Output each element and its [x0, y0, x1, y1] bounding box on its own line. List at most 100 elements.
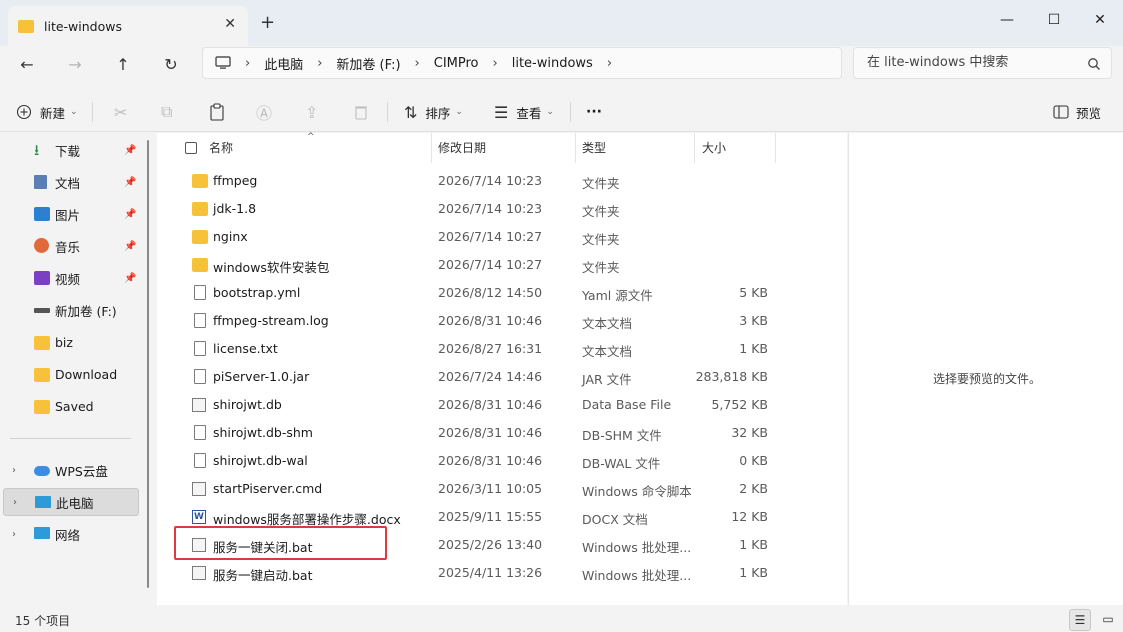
close-window-button[interactable]: ✕ [1077, 6, 1123, 34]
script-icon [192, 566, 206, 580]
minimize-button[interactable]: — [984, 6, 1030, 34]
breadcrumb-this-pc[interactable]: 此电脑 [264, 54, 303, 73]
sidebar-item-label: 下载 [55, 143, 81, 159]
chevron-right-icon[interactable]: › [12, 529, 16, 540]
file-row[interactable]: windows软件安装包 2026/7/14 10:27 文件夹 [157, 251, 847, 279]
scissors-icon: ✂ [114, 102, 128, 122]
tab-lite-windows[interactable]: lite-windows ✕ [8, 6, 248, 46]
column-header-date[interactable]: 修改日期 [438, 133, 486, 163]
file-type: 文件夹 [582, 260, 620, 275]
select-all-checkbox[interactable] [185, 142, 197, 154]
view-list-icon: ☰ [494, 102, 509, 122]
search-input[interactable]: 在 lite-windows 中搜索 [853, 47, 1112, 79]
navigation-bar: ← → ↑ ↻ › 此电脑 › 新加卷 (F:) › CIMPro › lite… [0, 46, 1123, 84]
file-date: 2026/8/12 14:50 [438, 285, 543, 300]
delete-button[interactable] [354, 100, 368, 124]
file-row[interactable]: bootstrap.yml 2026/8/12 14:50 Yaml 源文件 5 KB [157, 279, 847, 307]
file-row[interactable]: shirojwt.db-wal 2026/8/31 10:46 DB-WAL 文件 0… [157, 447, 847, 475]
file-type: 文本文档 [582, 344, 633, 359]
address-bar[interactable]: › 此电脑 › 新加卷 (F:) › CIMPro › lite-windows… [202, 47, 842, 79]
details-view-button[interactable]: ☰ [1069, 609, 1091, 631]
pin-icon: 📌 [124, 272, 137, 284]
back-button[interactable]: ← [12, 52, 42, 78]
sidebar-item-music[interactable]: 音乐 📌 [0, 232, 140, 260]
column-divider[interactable] [694, 133, 695, 163]
folder-icon [192, 202, 208, 216]
forward-button[interactable]: → [60, 52, 90, 78]
file-row[interactable]: 服务一键启动.bat 2025/4/11 13:26 Windows 批处理... 1… [157, 559, 847, 587]
sidebar-item-this-pc[interactable]: › 此电脑 [3, 488, 139, 516]
sidebar-item-pictures[interactable]: 图片 📌 [0, 200, 140, 228]
sidebar-item-wps-cloud[interactable]: › WPS云盘 [0, 456, 140, 484]
preview-pane-button[interactable]: 预览 [1053, 100, 1101, 124]
preview-label: 预览 [1076, 105, 1102, 121]
breadcrumb-chevron-icon[interactable]: › [607, 56, 612, 71]
file-row[interactable]: startPiserver.cmd 2026/3/11 10:05 Windows … [157, 475, 847, 503]
breadcrumb-separator: › [414, 55, 420, 71]
column-divider[interactable] [431, 133, 432, 163]
breadcrumb-separator: › [245, 55, 251, 71]
breadcrumb-drive-f[interactable]: 新加卷 (F:) [336, 54, 400, 73]
folder-icon [192, 258, 208, 272]
breadcrumb-lite-windows[interactable]: lite-windows [512, 56, 593, 71]
settings-file-icon [192, 398, 206, 412]
file-row[interactable]: ffmpeg-stream.log 2026/8/31 10:46 文本文档 3 KB [157, 307, 847, 335]
file-row[interactable]: license.txt 2026/8/27 16:31 文本文档 1 KB [157, 335, 847, 363]
tab-label: lite-windows [44, 18, 122, 34]
more-options-button[interactable]: ··· [586, 100, 602, 124]
sidebar-item-label: 新加卷 (F:) [55, 303, 117, 319]
sidebar-item-videos[interactable]: 视频 📌 [0, 264, 140, 292]
file-row[interactable]: shirojwt.db 2026/8/31 10:46 Data Base File… [157, 391, 847, 419]
command-bar: 新建 ⌄ ✂ ⧉ Ⓐ ⇪ ⇅ 排序 ⌄ ☰ 查看 ⌄ ··· 预览 [0, 92, 1123, 132]
file-row[interactable]: nginx 2026/7/14 10:27 文件夹 [157, 223, 847, 251]
column-divider[interactable] [775, 133, 776, 163]
view-button[interactable]: ☰ 查看 ⌄ [494, 100, 554, 124]
breadcrumb-cimpro[interactable]: CIMPro [434, 56, 479, 71]
tab-close-icon[interactable]: ✕ [224, 16, 236, 32]
chevron-right-icon[interactable]: › [13, 497, 17, 508]
sort-icon: ⇅ [404, 102, 418, 122]
file-size: 283,818 KB [695, 369, 768, 384]
cut-button[interactable]: ✂ [114, 100, 127, 124]
file-type: Data Base File [582, 397, 672, 412]
sidebar-item-saved[interactable]: Saved [0, 392, 140, 420]
clipboard-icon [210, 103, 224, 121]
column-header-name[interactable]: 名称 [209, 133, 233, 163]
breadcrumb-separator: › [492, 55, 498, 71]
add-icon [16, 104, 32, 120]
sidebar-item-biz[interactable]: biz [0, 328, 140, 356]
trash-icon [355, 106, 367, 120]
file-row[interactable]: jdk-1.8 2026/7/14 10:23 文件夹 [157, 195, 847, 223]
file-row[interactable]: ffmpeg 2026/7/14 10:23 文件夹 [157, 167, 847, 195]
maximize-button[interactable]: ☐ [1031, 6, 1077, 34]
new-button[interactable]: 新建 ⌄ [16, 100, 78, 124]
sidebar-scrollbar[interactable] [147, 140, 149, 588]
tiles-view-button[interactable]: ▭ [1097, 609, 1119, 631]
file-name: shirojwt.db-wal [213, 453, 308, 468]
column-header-type[interactable]: 类型 [582, 133, 606, 163]
file-size: 1 KB [739, 565, 768, 580]
sort-button[interactable]: ⇅ 排序 ⌄ [404, 100, 463, 124]
sidebar-item-download[interactable]: Download [0, 360, 140, 388]
drive-icon [34, 308, 50, 313]
chevron-right-icon[interactable]: › [12, 465, 16, 476]
file-row[interactable]: piServer-1.0.jar 2026/7/24 14:46 JAR 文件 283… [157, 363, 847, 391]
column-header-size[interactable]: 大小 [702, 133, 726, 163]
file-row[interactable]: shirojwt.db-shm 2026/8/31 10:46 DB-SHM 文件 3… [157, 419, 847, 447]
refresh-button[interactable]: ↻ [156, 52, 186, 78]
sidebar-item-downloads[interactable]: ⭳ 下载 📌 [0, 136, 140, 164]
up-button[interactable]: ↑ [108, 52, 138, 78]
breadcrumb-separator: › [317, 55, 323, 71]
sidebar-item-documents[interactable]: 文档 📌 [0, 168, 140, 196]
title-bar: lite-windows ✕ + — ☐ ✕ [0, 0, 1123, 46]
paste-button[interactable] [209, 100, 225, 124]
new-tab-button[interactable]: + [260, 12, 275, 33]
file-type: DB-WAL 文件 [582, 456, 661, 471]
sidebar-item-drive-f[interactable]: 新加卷 (F:) [0, 296, 140, 324]
copy-button[interactable]: ⧉ [161, 100, 172, 124]
rename-button[interactable]: Ⓐ [256, 100, 272, 124]
sidebar-item-label: 图片 [55, 207, 81, 223]
sidebar-item-network[interactable]: › 网络 [0, 520, 140, 548]
column-divider[interactable] [575, 133, 576, 163]
share-button[interactable]: ⇪ [305, 100, 318, 124]
